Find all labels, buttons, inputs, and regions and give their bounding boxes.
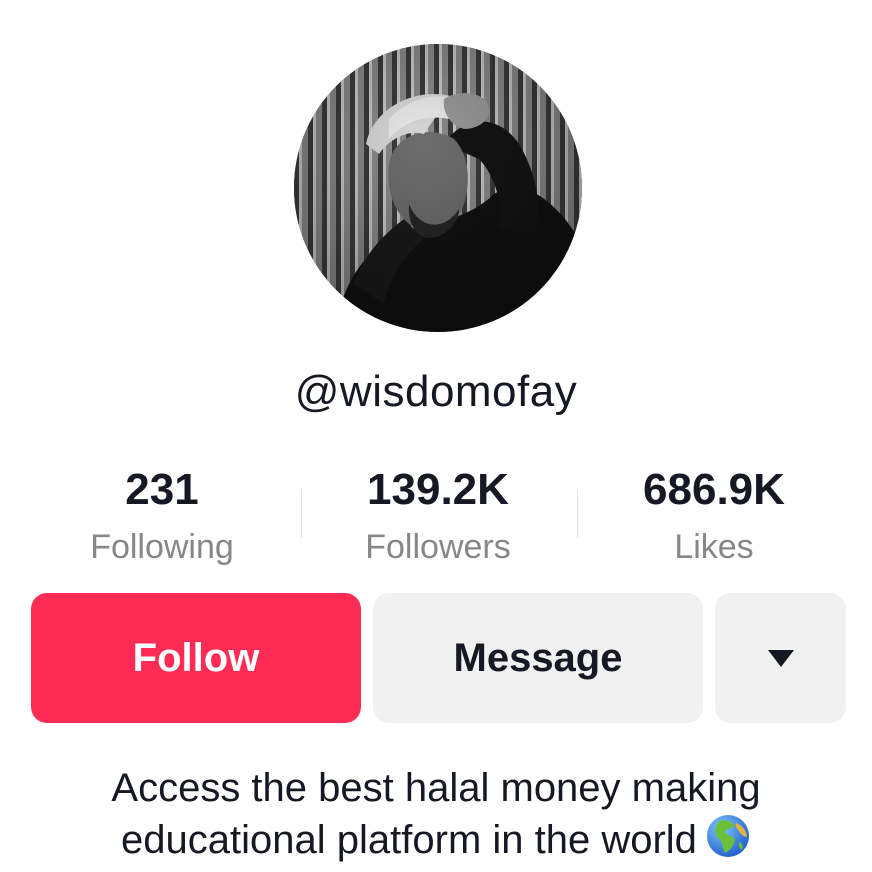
followers-count: 139.2K [367, 465, 509, 514]
likes-count: 686.9K [643, 465, 785, 514]
likes-label: Likes [674, 528, 754, 566]
bio-line-2: educational platform in the world [0, 813, 872, 865]
bio-line-1: Access the best halal money making [111, 766, 761, 810]
bio: Access the best halal money making educa… [0, 763, 872, 865]
stat-likes[interactable]: 686.9K Likes [576, 462, 852, 570]
avatar-image [294, 44, 582, 332]
stat-followers[interactable]: 139.2K Followers [300, 462, 576, 570]
followers-label: Followers [365, 528, 511, 566]
username: @wisdomofay [294, 367, 578, 416]
following-count: 231 [125, 465, 199, 514]
message-button[interactable]: Message [373, 593, 703, 723]
more-options-button[interactable] [715, 593, 846, 723]
following-label: Following [90, 528, 234, 566]
follow-button[interactable]: Follow [31, 593, 361, 723]
avatar[interactable] [294, 44, 582, 332]
globe-icon [706, 815, 749, 857]
caret-down-icon [767, 649, 794, 667]
stat-following[interactable]: 231 Following [24, 462, 300, 570]
bio-line-2-text: educational platform in the world [121, 818, 697, 862]
